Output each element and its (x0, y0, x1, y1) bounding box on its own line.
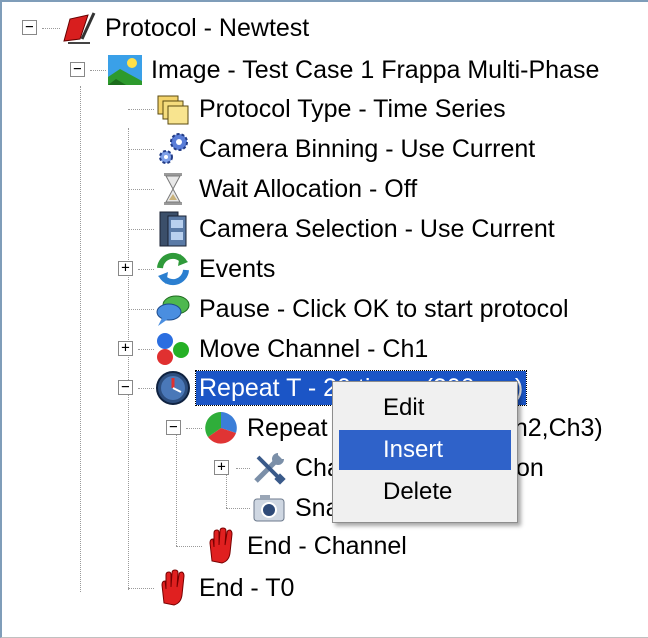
tree-connector (176, 546, 202, 547)
tree-node-label: Wait Allocation - Off (199, 175, 418, 203)
tree-connector (138, 349, 154, 350)
tree-node-label: Pause - Click OK to start protocol (199, 295, 569, 323)
context-menu: Edit Insert Delete (332, 381, 518, 523)
tree-node-label: End - Channel (247, 532, 407, 560)
tree-node-label: Camera Selection - Use Current (199, 215, 555, 243)
clock-icon (154, 369, 192, 407)
tree-node-events[interactable]: Events (154, 249, 278, 289)
tree-node-camera-selection[interactable]: Camera Selection - Use Current (154, 209, 558, 249)
pie-chart-icon (202, 409, 240, 447)
refresh-arrows-icon (154, 250, 192, 288)
tools-icon (250, 449, 288, 487)
tree-connector (138, 269, 154, 270)
camera-icon (250, 489, 288, 527)
tree-node-label: End - T0 (199, 574, 295, 602)
film-icon (154, 210, 192, 248)
gears-icon (154, 130, 192, 168)
tree-node-label: Move Channel - Ch1 (199, 335, 429, 363)
tree-node-wait-allocation[interactable]: Wait Allocation - Off (154, 169, 420, 209)
tree-node-label: Image - Test Case 1 Frappa Multi-Phase (151, 56, 600, 84)
speech-bubble-icon (154, 290, 192, 328)
collapse-toggle[interactable]: − (166, 420, 181, 435)
menu-item-edit[interactable]: Edit (339, 388, 511, 428)
tree-connector (128, 128, 129, 590)
menu-item-delete[interactable]: Delete (339, 472, 511, 512)
tree-connector (42, 28, 60, 29)
tree-connector (90, 70, 106, 71)
red-hand-icon (154, 569, 192, 607)
expand-toggle[interactable]: + (118, 261, 133, 276)
collapse-toggle[interactable]: − (22, 20, 37, 35)
tree-node-protocol-type[interactable]: Protocol Type - Time Series (154, 89, 509, 129)
protocol-pen-icon (60, 9, 98, 47)
landscape-image-icon (106, 51, 144, 89)
hourglass-icon (154, 170, 192, 208)
tree-connector (186, 428, 202, 429)
tree-connector (236, 468, 250, 469)
tree-node-move-channel[interactable]: Move Channel - Ch1 (154, 329, 431, 369)
tree-connector (176, 420, 177, 546)
tree-node-label: Protocol - Newtest (105, 14, 310, 42)
tree-node-camera-binning[interactable]: Camera Binning - Use Current (154, 129, 538, 169)
tree-node-label: Events (199, 255, 276, 283)
tree-node-end-channel[interactable]: End - Channel (202, 526, 410, 566)
tree-node-label: Protocol Type - Time Series (199, 95, 506, 123)
tree-connector (128, 309, 154, 310)
tree-connector (128, 149, 154, 150)
tree-connector (226, 508, 250, 509)
tree-connector (128, 109, 154, 110)
tree-node-protocol[interactable]: Protocol - Newtest (60, 8, 312, 48)
tree-node-pause[interactable]: Pause - Click OK to start protocol (154, 289, 572, 329)
expand-toggle[interactable]: + (118, 341, 133, 356)
tree-node-image[interactable]: Image - Test Case 1 Frappa Multi-Phase (106, 50, 602, 90)
red-hand-icon (202, 527, 240, 565)
protocol-tree[interactable]: − − + + − − + Protocol - Newtest Image -… (0, 0, 648, 638)
tree-connector (128, 588, 154, 589)
folders-icon (154, 90, 192, 128)
menu-item-insert[interactable]: Insert (339, 430, 511, 470)
tree-connector (128, 229, 154, 230)
tree-node-end-t0[interactable]: End - T0 (154, 568, 297, 608)
tree-connector (138, 388, 154, 389)
expand-toggle[interactable]: + (214, 460, 229, 475)
collapse-toggle[interactable]: − (118, 380, 133, 395)
tree-node-label: Camera Binning - Use Current (199, 135, 536, 163)
tree-connector (80, 86, 81, 592)
collapse-toggle[interactable]: − (70, 62, 85, 77)
rgb-dots-icon (154, 330, 192, 368)
tree-connector (128, 189, 154, 190)
